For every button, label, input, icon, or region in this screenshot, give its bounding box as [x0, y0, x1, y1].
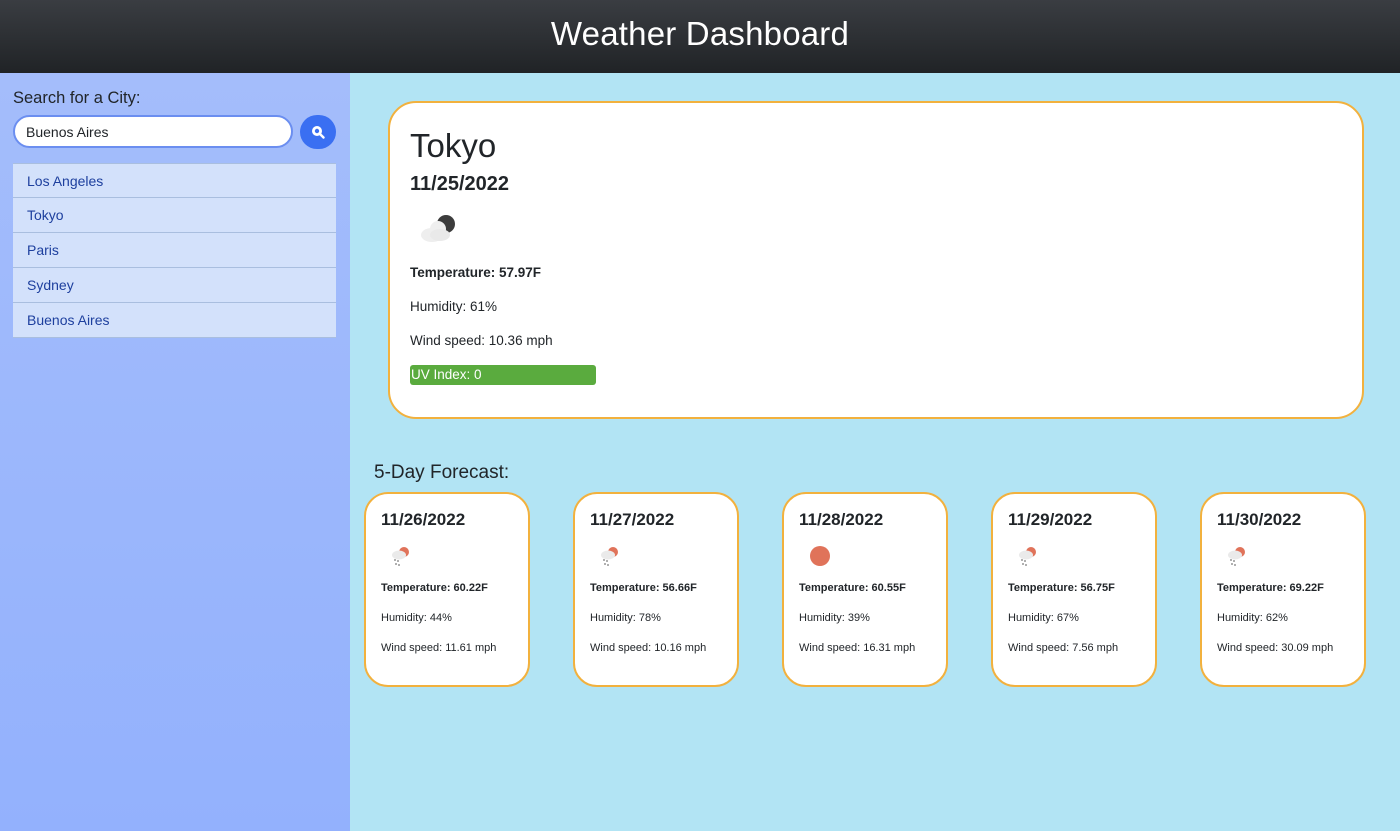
forecast-date: 11/28/2022: [799, 510, 884, 529]
history-item-sydney[interactable]: Sydney: [13, 268, 336, 303]
forecast-date: 11/29/2022: [1008, 510, 1093, 529]
current-weather-card: Tokyo 11/25/2022 Temperature: 57.97F Hum…: [388, 101, 1364, 419]
forecast-temperature: Temperature: 60.55F: [799, 582, 906, 594]
forecast-wind-speed: Wind speed: 7.56 mph: [1008, 642, 1119, 654]
forecast-card: 11/26/2022 Temperature: 60.22F Humidity:…: [364, 492, 530, 687]
page-title: Weather Dashboard: [550, 14, 850, 52]
current-wind-speed: Wind speed: 10.36 mph: [410, 333, 553, 348]
forecast-card: 11/28/2022 Temperature: 60.55F Humidity:…: [782, 492, 948, 687]
history-item-paris[interactable]: Paris: [13, 233, 336, 268]
search-label: Search for a City:: [13, 89, 141, 107]
forecast-date: 11/26/2022: [381, 510, 466, 529]
search-button[interactable]: [300, 115, 336, 149]
search-icon: [312, 126, 325, 139]
current-humidity: Humidity: 61%: [410, 299, 498, 314]
main-content: Tokyo 11/25/2022 Temperature: 57.97F Hum…: [350, 73, 1400, 831]
history-item-buenos-aires[interactable]: Buenos Aires: [13, 303, 336, 338]
rain-sun-icon: [1017, 544, 1041, 573]
forecast-humidity: Humidity: 44%: [381, 612, 452, 624]
forecast-temperature: Temperature: 69.22F: [1217, 582, 1324, 594]
forecast-date: 11/30/2022: [1217, 510, 1302, 529]
forecast-humidity: Humidity: 78%: [590, 612, 661, 624]
forecast-wind-speed: Wind speed: 16.31 mph: [799, 642, 916, 654]
rain-sun-icon: [599, 544, 623, 573]
forecast-humidity: Humidity: 67%: [1008, 612, 1079, 624]
forecast-temperature: Temperature: 56.75F: [1008, 582, 1115, 594]
forecast-wind-speed: Wind speed: 30.09 mph: [1217, 642, 1334, 654]
city-search-input[interactable]: [13, 115, 293, 148]
forecast-temperature: Temperature: 56.66F: [590, 582, 697, 594]
sidebar: Search for a City: Los Angeles Tokyo Par…: [0, 73, 350, 831]
search-history-list: Los Angeles Tokyo Paris Sydney Buenos Ai…: [13, 163, 336, 338]
uv-index-badge: UV Index: 0: [410, 365, 596, 385]
forecast-wind-speed: Wind speed: 11.61 mph: [381, 642, 497, 654]
history-item-tokyo[interactable]: Tokyo: [13, 198, 336, 233]
forecast-title: 5-Day Forecast:: [374, 462, 510, 483]
forecast-wind-speed: Wind speed: 10.16 mph: [590, 642, 707, 654]
header-bar: Weather Dashboard: [0, 0, 1400, 73]
rain-sun-icon: [1226, 544, 1250, 573]
forecast-date: 11/27/2022: [590, 510, 675, 529]
forecast-humidity: Humidity: 39%: [799, 612, 870, 624]
forecast-card: 11/29/2022 Temperature: 56.75F Humidity:…: [991, 492, 1157, 687]
history-item-los-angeles[interactable]: Los Angeles: [13, 163, 336, 198]
forecast-temperature: Temperature: 60.22F: [381, 582, 488, 594]
current-temperature: Temperature: 57.97F: [410, 265, 542, 280]
forecast-humidity: Humidity: 62%: [1217, 612, 1288, 624]
sun-icon: [808, 544, 832, 573]
rain-sun-icon: [390, 544, 414, 573]
cloud-night-icon: [418, 213, 464, 248]
forecast-card: 11/30/2022 Temperature: 69.22F Humidity:…: [1200, 492, 1366, 687]
forecast-card: 11/27/2022 Temperature: 56.66F Humidity:…: [573, 492, 739, 687]
current-date: 11/25/2022: [410, 173, 509, 195]
current-city-name: Tokyo: [410, 127, 497, 164]
